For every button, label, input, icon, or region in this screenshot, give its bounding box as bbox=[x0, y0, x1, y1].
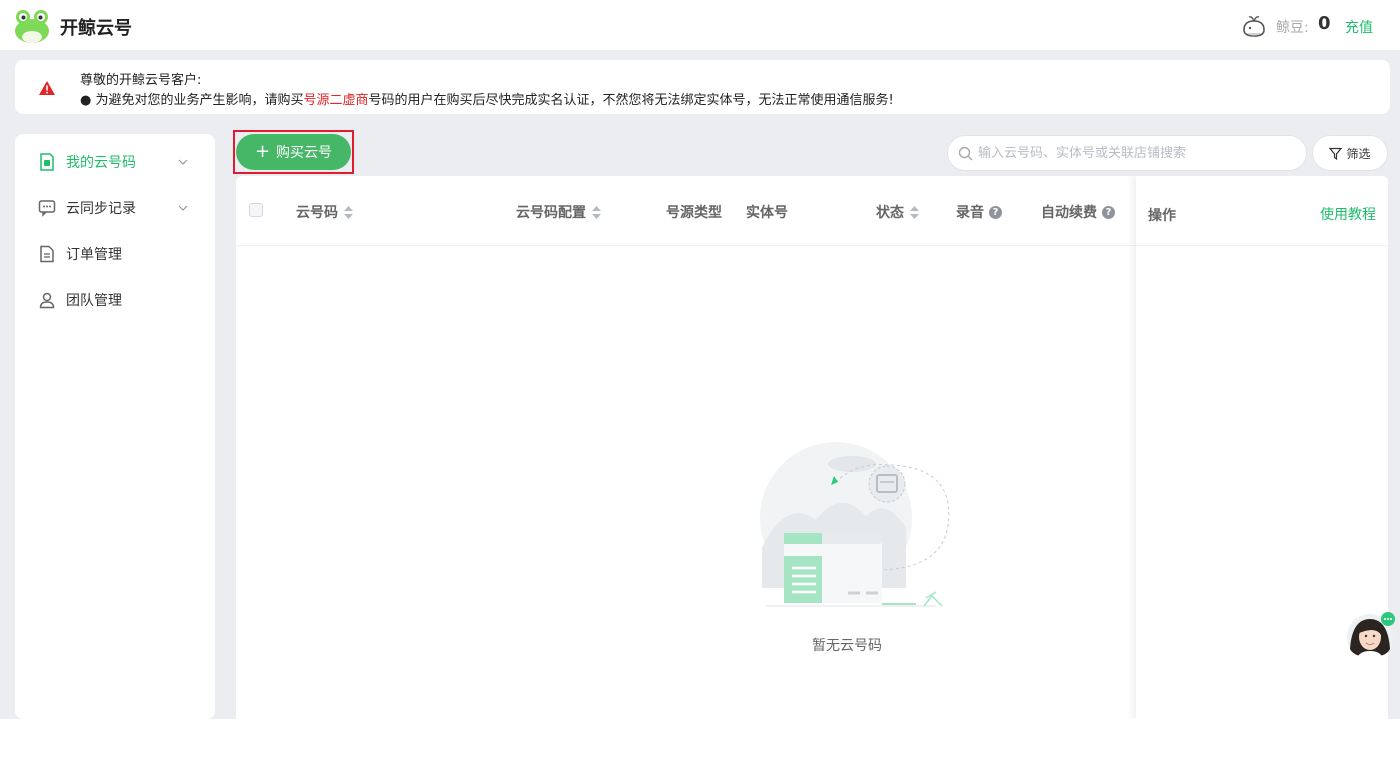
notice-highlight-text: 号源二虚商 bbox=[303, 93, 369, 108]
notice-message-suffix: 号码的用户在购买后尽快完成实名认证，不然您将无法绑定实体号，无法正常使用通信服务… bbox=[368, 93, 894, 108]
search-icon bbox=[958, 146, 973, 161]
warning-icon bbox=[39, 81, 55, 95]
column-header-status: 状态 bbox=[876, 202, 919, 222]
column-label: 状态 bbox=[876, 205, 904, 221]
frog-logo-icon bbox=[15, 10, 49, 43]
filter-funnel-icon bbox=[1329, 147, 1343, 160]
whale-bean-icon bbox=[1243, 16, 1265, 37]
column-label: 录音 bbox=[956, 205, 984, 221]
customer-service-avatar[interactable] bbox=[1346, 611, 1396, 661]
plus-icon: + bbox=[254, 141, 271, 162]
search-box bbox=[947, 135, 1307, 171]
sort-icon[interactable] bbox=[910, 205, 919, 219]
help-question-icon[interactable]: ? bbox=[989, 205, 1002, 219]
beans-label: 鲸豆: bbox=[1276, 20, 1309, 36]
sidebar-item-team[interactable]: 团队管理 bbox=[15, 280, 215, 320]
buy-cloud-number-button[interactable]: + 购买云号 bbox=[236, 134, 351, 170]
sidebar-item-sync-records[interactable]: 云同步记录 bbox=[15, 188, 215, 228]
sidebar-item-label: 云同步记录 bbox=[66, 201, 136, 217]
sidebar-item-label: 团队管理 bbox=[66, 293, 122, 309]
help-question-icon[interactable]: ? bbox=[1102, 205, 1115, 219]
sort-icon[interactable] bbox=[592, 205, 601, 219]
column-label: 实体号 bbox=[746, 205, 788, 221]
column-label: 自动续费 bbox=[1041, 205, 1097, 221]
buy-button-label: 购买云号 bbox=[276, 145, 333, 161]
operation-column-header: 操作 使用教程 bbox=[1136, 176, 1388, 246]
notice-title: 尊敬的开鲸云号客户: bbox=[80, 73, 202, 88]
search-input[interactable] bbox=[978, 143, 1298, 163]
sidebar: 我的云号码 云同步记录 订单管理 团队管理 bbox=[15, 134, 215, 719]
column-label: 云号码 bbox=[296, 205, 338, 221]
column-header-source-type: 号源类型 bbox=[666, 202, 722, 222]
empty-state-text: 暂无云号码 bbox=[812, 638, 882, 654]
empty-state-illustration bbox=[760, 442, 950, 607]
operation-label: 操作 bbox=[1148, 208, 1176, 224]
sidebar-item-my-cloud-numbers[interactable]: 我的云号码 bbox=[15, 142, 215, 182]
column-header-physical-number: 实体号 bbox=[746, 202, 788, 222]
filter-label: 筛选 bbox=[1346, 146, 1371, 161]
notice-message: ● 为避免对您的业务产生影响，请购买号源二虚商号码的用户在购买后尽快完成实名认证… bbox=[80, 89, 894, 108]
select-all-checkbox[interactable] bbox=[249, 203, 263, 217]
order-document-icon bbox=[40, 245, 54, 263]
top-header: 开鲸云号 鲸豆: 0 充值 bbox=[0, 0, 1400, 50]
sim-card-icon bbox=[40, 153, 54, 171]
filter-button[interactable]: 筛选 bbox=[1312, 135, 1388, 171]
beans-balance: 0 bbox=[1318, 13, 1331, 34]
sort-icon[interactable] bbox=[344, 205, 353, 219]
recharge-link[interactable]: 充值 bbox=[1345, 17, 1373, 37]
column-header-recording: 录音 ? bbox=[956, 202, 1002, 222]
column-header-auto-renew: 自动续费 ? bbox=[1041, 202, 1115, 222]
column-label: 号源类型 bbox=[666, 205, 722, 221]
cloud-number-table: 云号码 云号码配置 号源类型 实体号 状态 录音 ? 自动续费 ? 操作 使用教… bbox=[236, 176, 1388, 719]
notice-message-prefix: ● 为避免对您的业务产生影响，请购买 bbox=[80, 93, 304, 108]
column-header-cloud-number: 云号码 bbox=[296, 202, 353, 222]
column-header-cloud-number-config: 云号码配置 bbox=[516, 202, 601, 222]
sidebar-item-label: 我的云号码 bbox=[66, 155, 136, 171]
tutorial-link[interactable]: 使用教程 bbox=[1320, 204, 1376, 224]
chevron-down-icon bbox=[178, 159, 188, 165]
column-label: 云号码配置 bbox=[516, 205, 586, 221]
notice-banner: 尊敬的开鲸云号客户: ● 为避免对您的业务产生影响，请购买号源二虚商号码的用户在… bbox=[15, 60, 1390, 114]
chevron-down-icon bbox=[178, 205, 188, 211]
sidebar-item-label: 订单管理 bbox=[66, 247, 122, 263]
chat-record-icon bbox=[38, 200, 56, 217]
sidebar-item-orders[interactable]: 订单管理 bbox=[15, 234, 215, 274]
team-user-icon bbox=[39, 292, 55, 309]
brand-name: 开鲸云号 bbox=[60, 18, 132, 39]
